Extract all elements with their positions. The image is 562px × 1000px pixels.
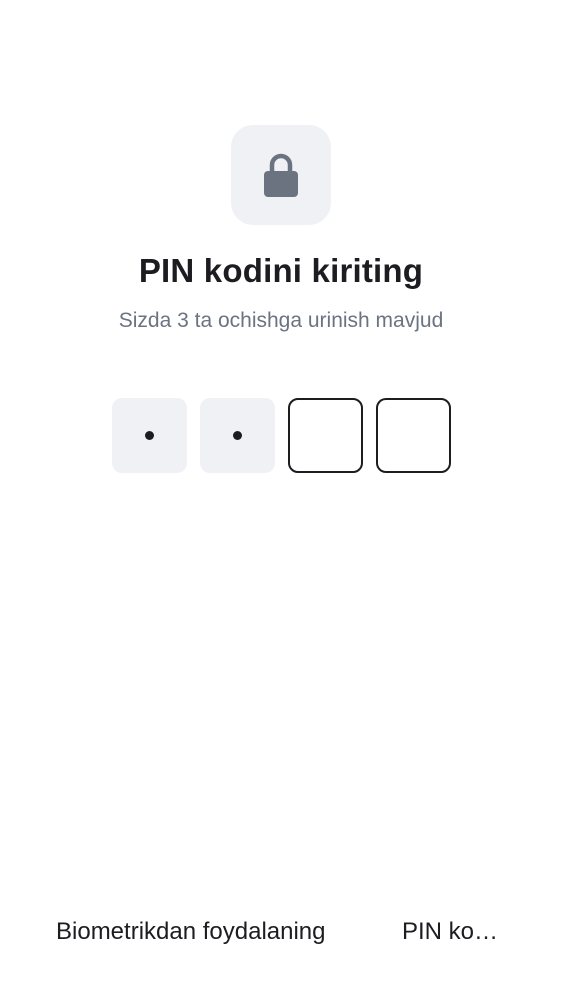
pin-cell-4[interactable] [376,398,451,473]
pin-dot [233,431,242,440]
use-biometrics-button[interactable]: Biometrikdan foydalaning [56,912,326,952]
pin-cell-3[interactable] [288,398,363,473]
page-title: PIN kodini kiriting [138,252,424,289]
pin-cell-2[interactable] [200,398,275,473]
pin-cell-1[interactable] [112,398,187,473]
pin-input[interactable] [112,398,451,473]
lock-icon [263,152,299,198]
lock-tile [231,125,331,225]
pin-dot [145,431,154,440]
pin-code-button[interactable]: PIN ko… [402,912,502,952]
footer-actions: Biometrikdan foydalaning PIN ko… [0,912,562,952]
attempts-subtitle: Sizda 3 ta ochishga urinish mavjud [118,309,444,332]
